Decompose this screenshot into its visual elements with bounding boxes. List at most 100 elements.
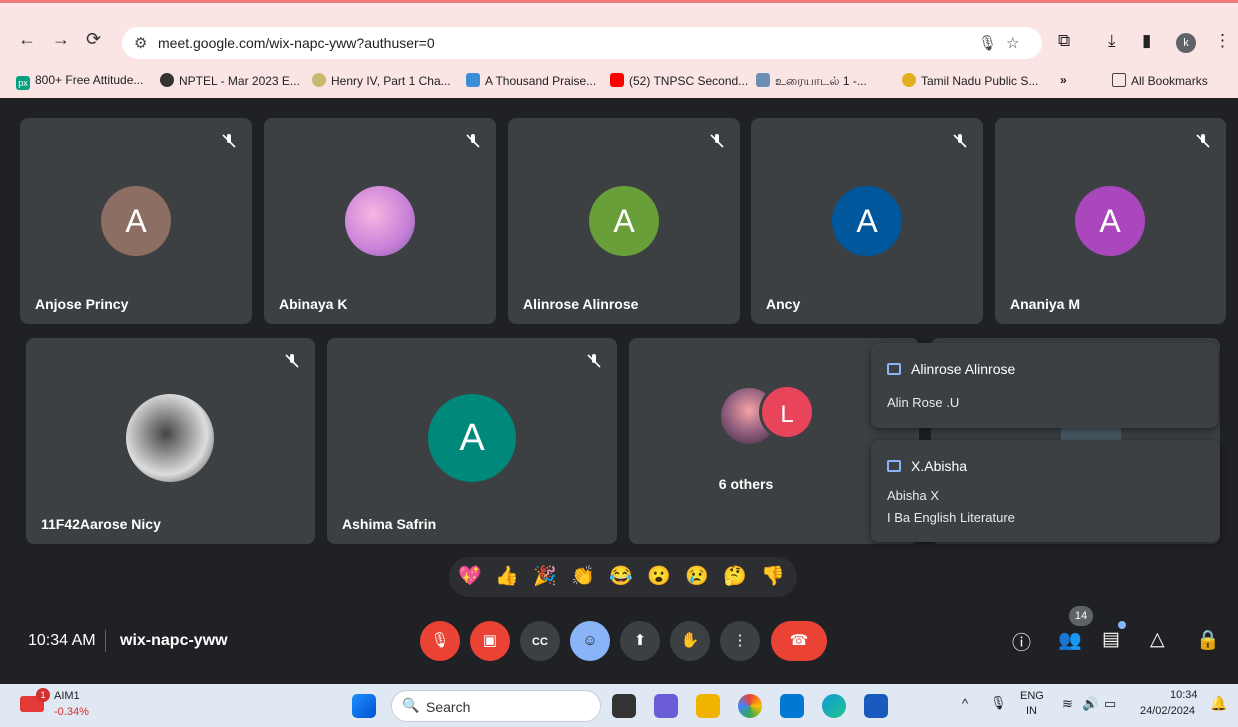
participant-name: Alinrose Alinrose [523, 296, 639, 312]
reactions-bar: 💖 👍 🎉 👏 😂 😮 😢 🤔 👎 [449, 557, 797, 597]
address-bar[interactable]: ⚙ meet.google.com/wix-napc-yww?authuser=… [122, 27, 1042, 59]
url-text[interactable]: meet.google.com/wix-napc-yww?authuser=0 [158, 35, 435, 51]
more-options-button[interactable]: ⋮ [720, 621, 760, 661]
participant-tile[interactable]: A Ancy [751, 118, 983, 324]
others-count: 6 others [718, 476, 774, 492]
camera-off-icon: ▣ [482, 632, 498, 649]
participant-count-badge: 14 [1069, 606, 1093, 626]
chat-unread-dot [1118, 621, 1126, 629]
stock-name: AIM1 [54, 690, 80, 702]
chat-notification[interactable]: Alinrose Alinrose Alin Rose .U [871, 343, 1218, 428]
side-panel-icon[interactable]: ▮ [1142, 31, 1151, 51]
surprised-reaction[interactable]: 😮 [647, 566, 671, 588]
mic-off-button[interactable]: 🎙 [420, 621, 460, 661]
others-avatars: L [721, 384, 821, 452]
microphone-tray-icon[interactable]: 🎙 [990, 695, 1007, 711]
edge-icon[interactable] [822, 694, 846, 718]
avatar: A [832, 186, 902, 256]
search-icon: 🔍 [402, 697, 420, 713]
participant-tile[interactable]: A Ashima Safrin [327, 338, 617, 544]
crying-reaction[interactable]: 😢 [685, 566, 709, 588]
more-icon: ⋮ [732, 632, 748, 649]
bookmark-item[interactable]: Tamil Nadu Public S... [902, 73, 1038, 88]
participant-name: Ashima Safrin [342, 516, 437, 532]
party-popper-reaction[interactable]: 🎉 [533, 566, 557, 588]
reactions-button[interactable]: ☺ [570, 621, 610, 661]
avatar: A [101, 186, 171, 256]
bookmark-item[interactable]: Henry IV, Part 1 Cha... [312, 73, 451, 88]
meeting-time: 10:34 AM [28, 632, 96, 649]
mail-icon[interactable] [780, 694, 804, 718]
participant-tile[interactable]: A Ananiya M [995, 118, 1226, 324]
thinking-reaction[interactable]: 🤔 [723, 566, 747, 588]
avatar-photo [126, 394, 214, 482]
forward-icon[interactable]: → [52, 29, 70, 50]
present-button[interactable]: ⬆ [620, 621, 660, 661]
chat-icon[interactable]: ▤ [1102, 628, 1120, 651]
host-controls-icon[interactable]: 🔒 [1196, 628, 1220, 652]
clock-date[interactable]: 24/02/2024 [1140, 705, 1195, 717]
start-icon[interactable] [352, 694, 376, 718]
microphone-icon[interactable]: 🎙 [978, 34, 997, 52]
thumbs-down-reaction[interactable]: 👎 [761, 566, 785, 588]
volume-icon[interactable]: 🔊 [1082, 696, 1098, 712]
profile-avatar[interactable]: k [1176, 33, 1196, 53]
back-icon[interactable]: ← [18, 29, 36, 50]
bookmark-item[interactable]: px 800+ Free Attitude... [16, 73, 143, 90]
clapping-reaction[interactable]: 👏 [571, 566, 595, 588]
file-explorer-icon[interactable] [696, 694, 720, 718]
bookmark-favicon [610, 73, 624, 87]
bookmark-item[interactable]: NPTEL - Mar 2023 E... [160, 73, 300, 88]
info-icon[interactable]: ⓘ [1012, 628, 1031, 655]
notification-bell-icon[interactable]: 🔔 [1210, 695, 1227, 712]
participant-tile[interactable]: A Alinrose Alinrose [508, 118, 740, 324]
leave-call-button[interactable]: ☎ [771, 621, 827, 661]
camera-off-button[interactable]: ▣ [470, 621, 510, 661]
participant-tile[interactable]: A Anjose Princy [20, 118, 252, 324]
clock-time[interactable]: 10:34 [1170, 689, 1198, 701]
participant-name: Ancy [766, 296, 801, 312]
captions-button[interactable]: CC [520, 621, 560, 661]
extensions-icon[interactable]: ⧉ [1058, 31, 1070, 51]
word-icon[interactable] [864, 694, 888, 718]
battery-icon[interactable]: ▭ [1104, 696, 1116, 712]
site-info-icon[interactable]: ⚙ [134, 34, 147, 52]
chrome-icon[interactable] [738, 694, 762, 718]
people-icon[interactable]: 👥 [1058, 628, 1082, 652]
muted-mic-icon [953, 134, 967, 148]
joy-reaction[interactable]: 😂 [609, 566, 633, 588]
reload-icon[interactable]: ⟳ [86, 29, 101, 50]
bookmark-favicon [902, 73, 916, 87]
task-view-icon[interactable] [612, 694, 636, 718]
taskbar-search[interactable]: 🔍 Search [391, 690, 601, 722]
thumbs-up-reaction[interactable]: 👍 [495, 566, 519, 588]
divider [105, 630, 106, 652]
chat-app-icon[interactable] [654, 694, 678, 718]
bookmark-item[interactable]: உரையாடல் 1 -... [756, 73, 867, 90]
raise-hand-button[interactable]: ✋ [670, 621, 710, 661]
stock-change: -0.34% [54, 706, 89, 718]
participant-tile[interactable]: 11F42Aarose Nicy [26, 338, 315, 544]
download-icon[interactable]: ⤓ [1108, 31, 1116, 51]
bookmark-favicon [160, 73, 174, 87]
tray-overflow-icon[interactable]: ^ [962, 696, 968, 711]
bookmark-item[interactable]: A Thousand Praise... [466, 73, 596, 88]
bookmark-star-icon[interactable]: ☆ [1006, 34, 1019, 52]
language-top[interactable]: ENG [1020, 690, 1044, 702]
bookmark-item[interactable]: (52) TNPSC Second... [610, 73, 748, 88]
wifi-icon[interactable]: ≋ [1062, 696, 1073, 712]
bookmark-favicon [312, 73, 326, 87]
participant-tile[interactable]: Abinaya K [264, 118, 496, 324]
language-bottom[interactable]: IN [1026, 705, 1037, 717]
menu-icon[interactable]: ⋮ [1214, 31, 1231, 51]
muted-mic-icon [222, 134, 236, 148]
chat-notification[interactable]: X.Abisha Abisha X I Ba English Literatur… [871, 440, 1220, 542]
all-bookmarks-button[interactable]: All Bookmarks [1112, 73, 1208, 88]
hang-up-icon: ☎ [789, 632, 809, 649]
activities-icon[interactable]: △ [1150, 628, 1165, 651]
more-bookmarks-button[interactable]: » [1060, 73, 1067, 87]
chat-message: I Ba English Literature [887, 510, 1015, 525]
muted-mic-icon [710, 134, 724, 148]
search-placeholder: Search [426, 699, 471, 715]
sparkling-heart-reaction[interactable]: 💖 [458, 566, 482, 588]
